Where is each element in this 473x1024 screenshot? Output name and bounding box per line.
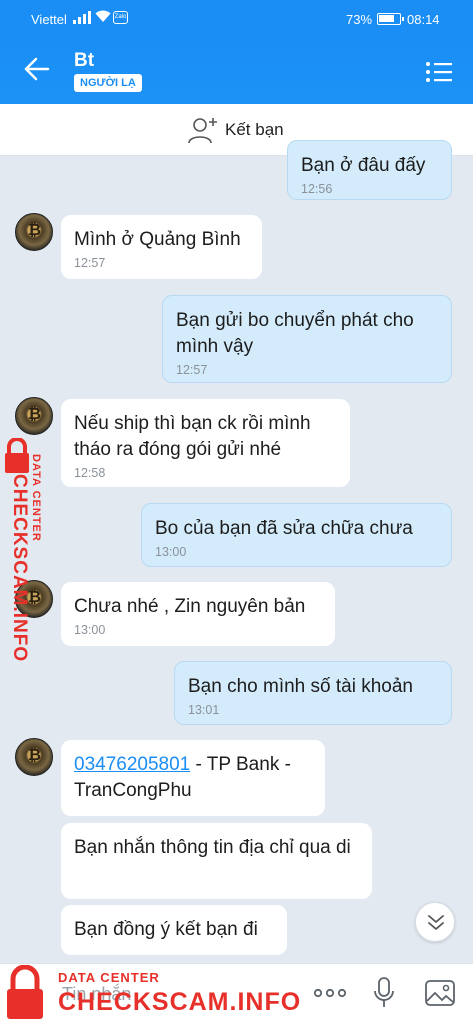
message-text: Mình ở Quảng Bình xyxy=(74,229,241,250)
message-time: 13:00 xyxy=(74,623,106,637)
clock: 08:14 xyxy=(407,12,440,27)
message-time: 12:57 xyxy=(74,256,106,270)
message-bubble-outgoing[interactable]: Bạn ở đâu đấy 12:56 xyxy=(287,140,452,200)
message-time: 12:56 xyxy=(301,182,333,196)
battery-percent: 73% xyxy=(346,12,373,27)
chevron-down-icon xyxy=(428,915,444,930)
more-options-icon[interactable] xyxy=(312,978,348,1008)
watermark-big-text: CHECKSCAM.INFO xyxy=(9,474,30,663)
contact-avatar[interactable] xyxy=(15,738,53,776)
menu-list-icon[interactable] xyxy=(424,58,454,86)
message-time: 12:58 xyxy=(74,466,106,480)
message-bubble-incoming[interactable]: Bạn đồng ý kết bạn đi xyxy=(61,905,287,955)
back-arrow-icon[interactable] xyxy=(22,54,54,88)
message-bubble-incoming[interactable]: Mình ở Quảng Bình 12:57 xyxy=(61,215,262,279)
message-time: 12:57 xyxy=(176,363,208,377)
zalo-notification-icon: Zalo xyxy=(113,11,128,24)
message-text: Bạn đồng ý kết bạn đi xyxy=(74,919,258,940)
wifi-icon xyxy=(95,9,111,26)
lock-icon xyxy=(5,438,29,473)
carrier-label: Viettel xyxy=(31,12,67,27)
status-bar: Viettel Zalo 73% 08:14 xyxy=(0,0,473,40)
battery-icon xyxy=(377,13,404,25)
add-friend-label: Kết bạn xyxy=(225,120,284,139)
message-text: Bo của bạn đã sửa chữa chưa xyxy=(155,518,413,539)
scroll-to-bottom-button[interactable] xyxy=(415,902,455,942)
watermark-big-text: CHECKSCAM.INFO xyxy=(58,988,302,1016)
message-bubble-incoming[interactable]: Nếu ship thì bạn ck rồi mình tháo ra đón… xyxy=(61,399,350,487)
watermark-small-text: DATA CENTER xyxy=(58,970,160,985)
account-number-link[interactable]: 03476205801 xyxy=(74,754,190,775)
watermark-vertical: DATA CENTER CHECKSCAM.INFO xyxy=(0,438,48,668)
contact-avatar[interactable] xyxy=(15,397,53,435)
message-time: 13:01 xyxy=(188,703,220,717)
message-bubble-outgoing[interactable]: Bạn cho mình số tài khoản 13:01 xyxy=(174,661,452,725)
message-text: Bạn gửi bo chuyển phát cho mình vậy xyxy=(176,310,414,357)
message-text: Chưa nhé , Zin nguyên bản xyxy=(74,596,306,617)
message-bubble-outgoing[interactable]: Bo của bạn đã sửa chữa chưa 13:00 xyxy=(141,503,452,567)
signal-icon xyxy=(73,11,91,24)
add-friend-icon xyxy=(188,116,220,144)
stranger-badge: NGƯỜI LẠ xyxy=(74,74,142,92)
message-text: Bạn nhắn thông tin địa chỉ qua di xyxy=(74,837,351,858)
watermark-small-text: DATA CENTER xyxy=(30,454,42,542)
message-text: Bạn cho mình số tài khoản xyxy=(188,676,413,697)
chat-header: Bt NGƯỜI LẠ xyxy=(0,40,473,104)
message-bubble-incoming[interactable]: Chưa nhé , Zin nguyên bản 13:00 xyxy=(61,582,335,646)
message-bubble-incoming[interactable]: 03476205801 - TP Bank - TranCongPhu xyxy=(61,740,325,816)
image-gallery-icon[interactable] xyxy=(424,978,456,1008)
message-time: 13:00 xyxy=(155,545,187,559)
lock-icon xyxy=(7,965,43,1019)
watermark-bottom: DATA CENTER CHECKSCAM.INFO xyxy=(0,962,300,1024)
contact-name[interactable]: Bt xyxy=(74,50,94,72)
message-text: Nếu ship thì bạn ck rồi mình tháo ra đón… xyxy=(74,413,311,460)
contact-avatar[interactable] xyxy=(15,213,53,251)
message-text: Bạn ở đâu đấy xyxy=(301,155,426,176)
microphone-icon[interactable] xyxy=(372,976,396,1010)
message-bubble-incoming[interactable]: Bạn nhắn thông tin địa chỉ qua di xyxy=(61,823,372,899)
message-bubble-outgoing[interactable]: Bạn gửi bo chuyển phát cho mình vậy 12:5… xyxy=(162,295,452,383)
